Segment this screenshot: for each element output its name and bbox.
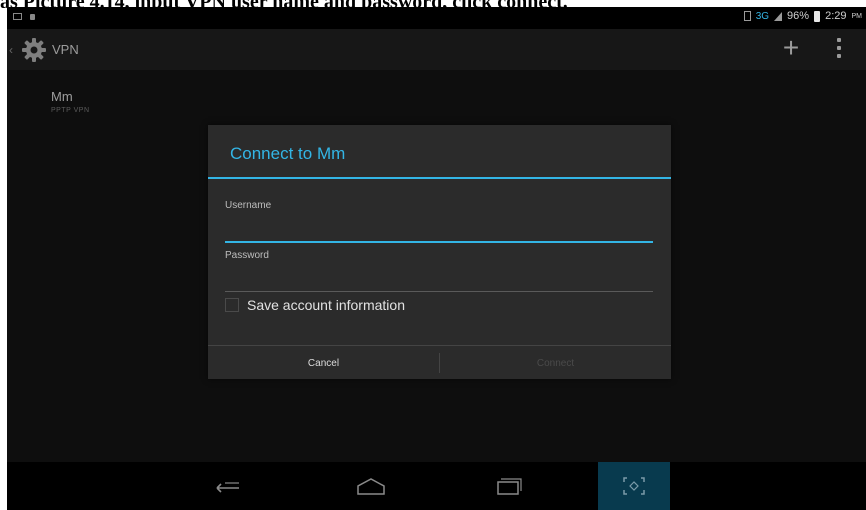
back-icon[interactable] <box>211 472 245 500</box>
dialog-title-divider <box>208 177 671 179</box>
tablet-screen: 3G 96% 2:29 PM ‹ VPN + Mm PPTP VPN Conne… <box>7 7 866 510</box>
battery-icon <box>814 10 821 22</box>
battery-percent: 96% <box>787 10 810 22</box>
sim-icon <box>743 11 751 21</box>
username-label: Username <box>225 200 272 211</box>
home-icon[interactable] <box>352 472 390 500</box>
username-input[interactable] <box>225 219 653 243</box>
save-account-checkbox[interactable] <box>225 298 239 312</box>
password-input[interactable] <box>225 269 653 292</box>
dialog-title: Connect to Mm <box>230 144 346 163</box>
network-type: 3G <box>755 10 770 22</box>
clock-ampm: PM <box>851 12 863 20</box>
screen-notification-icon <box>13 13 22 20</box>
screenshot-button[interactable] <box>598 462 670 510</box>
connect-button[interactable]: Connect <box>440 346 671 379</box>
navigation-bar <box>7 462 866 510</box>
password-label: Password <box>225 250 269 261</box>
lock-notification-icon <box>30 14 35 20</box>
screenshot-icon <box>623 477 645 495</box>
status-bar: 3G 96% 2:29 PM <box>7 7 866 29</box>
clock-time: 2:29 <box>825 10 847 22</box>
recent-apps-icon[interactable] <box>490 472 526 500</box>
signal-icon <box>774 11 783 21</box>
save-account-row[interactable]: Save account information <box>225 297 405 313</box>
connect-dialog: Connect to Mm Username Password Save acc… <box>208 125 671 379</box>
cancel-button[interactable]: Cancel <box>208 346 439 379</box>
save-account-label: Save account information <box>247 297 405 313</box>
